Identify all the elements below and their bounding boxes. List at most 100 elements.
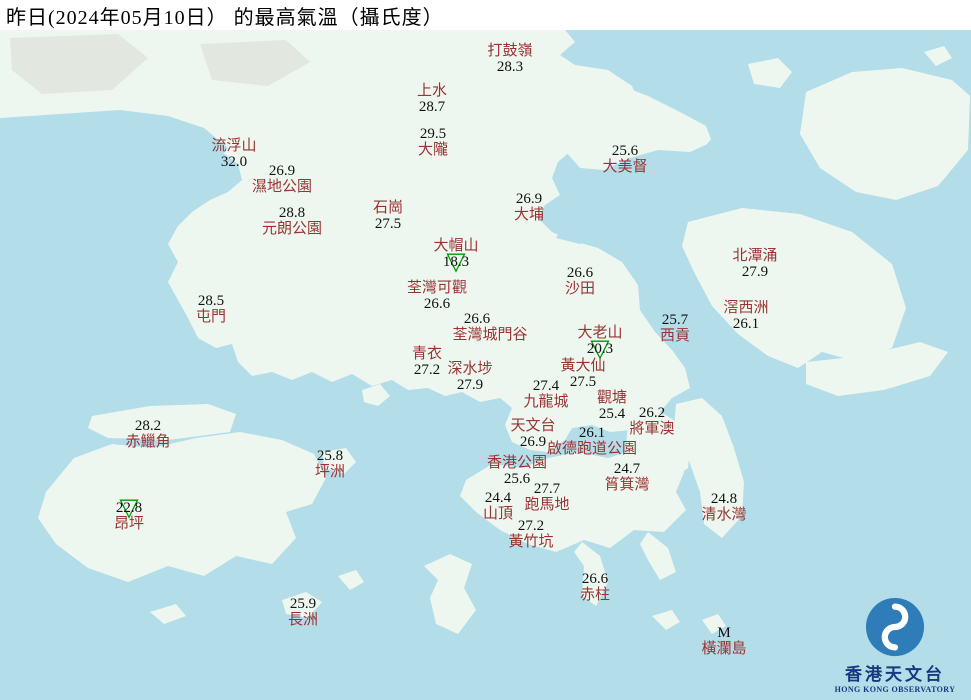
station-name: 清水灣 xyxy=(701,507,747,523)
station-name: 跑馬地 xyxy=(524,497,570,513)
station: 28.2 赤鱲角 xyxy=(125,418,170,450)
station-temp: 28.3 xyxy=(496,59,524,75)
station: 24.7 筲箕灣 xyxy=(604,461,649,493)
station-temp: 26.1 xyxy=(578,425,606,441)
station-temp: 29.5 xyxy=(419,126,447,142)
station: 27.4 九龍城 xyxy=(523,378,568,410)
station-name: 坪洲 xyxy=(314,464,346,480)
station-name: 赤鱲角 xyxy=(125,434,171,450)
station-name: 橫瀾島 xyxy=(701,641,747,657)
hko-logo-icon xyxy=(865,597,925,657)
station-name: 上水 xyxy=(416,83,448,99)
station-name: 深水埗 xyxy=(447,361,493,377)
station: 24.8 清水灣 xyxy=(701,491,746,523)
station-temp: 27.9 xyxy=(741,264,769,280)
station: 石崗 27.5 xyxy=(373,200,403,232)
station-name: 青衣 xyxy=(411,346,443,362)
station: 25.9 長洲 xyxy=(288,596,318,628)
station-temp: 26.9 xyxy=(515,191,543,207)
station: 青衣 27.2 xyxy=(412,346,442,378)
station: 25.6 大美督 xyxy=(602,143,647,175)
station-temp: 25.7 xyxy=(661,312,689,328)
station: 28.8 元朗公園 xyxy=(262,205,322,237)
station: 打鼓嶺 28.3 xyxy=(487,43,532,75)
station: 26.1 啟德跑道公園 xyxy=(547,425,637,457)
station-temp: 25.4 xyxy=(598,406,626,422)
station-temp: ▽ 20.3 xyxy=(586,333,614,363)
station-temp: 26.9 xyxy=(519,434,547,450)
station: 深水埗 27.9 xyxy=(447,361,492,393)
station-temp: 24.4 xyxy=(484,490,512,506)
station-name: 昂坪 xyxy=(113,516,145,532)
station-name: 筲箕灣 xyxy=(604,477,650,493)
station-temp: 28.2 xyxy=(134,418,162,434)
station-name: 赤柱 xyxy=(579,587,611,603)
hko-logo-en: HONG KONG OBSERVATORY xyxy=(834,685,956,694)
station-temp: 24.8 xyxy=(710,491,738,507)
station-name: 大隴 xyxy=(417,142,449,158)
station: 27.2 黃竹坑 xyxy=(508,518,553,550)
station-name: 屯門 xyxy=(195,309,227,325)
station-temp: 26.2 xyxy=(638,405,666,421)
station-temp: 27.5 xyxy=(374,216,402,232)
station-name: 大美督 xyxy=(602,159,648,175)
station: 26.9 大埔 xyxy=(514,191,544,223)
station-name: 流浮山 xyxy=(211,138,257,154)
station-name: 觀塘 xyxy=(596,390,628,406)
station-temp: 28.7 xyxy=(418,99,446,115)
station-temp: 26.9 xyxy=(268,163,296,179)
weather-map-screen: 昨日(2024年05月10日） 的最高氣溫（攝氏度） 打鼓嶺 28.3 上水 28.7… xyxy=(0,0,971,700)
station-temp: 26.6 xyxy=(581,571,609,587)
station: 荃灣可觀 26.6 xyxy=(407,280,467,312)
peak-triangle-icon: ▽ xyxy=(119,492,139,522)
station-name: 荃灣可觀 xyxy=(406,280,468,296)
station: 滘西洲 26.1 xyxy=(723,300,768,332)
station-temp: ▽ 22.8 xyxy=(115,492,143,522)
station-temp: ▽ 18.3 xyxy=(442,246,470,276)
station-temp: 26.1 xyxy=(732,316,760,332)
station-name: 長洲 xyxy=(287,612,319,628)
station: 觀塘 25.4 xyxy=(597,390,627,422)
station-temp: 27.5 xyxy=(569,374,597,390)
hko-logo-zh: 香港天文台 xyxy=(845,665,945,684)
station-name: 滘西洲 xyxy=(723,300,769,316)
station-temp: 28.8 xyxy=(278,205,306,221)
station: 北潭涌 27.9 xyxy=(732,248,777,280)
station-name: 大埔 xyxy=(513,207,545,223)
station-temp: 27.4 xyxy=(532,378,560,394)
station-temp: 32.0 xyxy=(220,154,248,170)
station-temp: 27.2 xyxy=(517,518,545,534)
station-name: 沙田 xyxy=(564,281,596,297)
station-temp: 27.2 xyxy=(413,362,441,378)
station-name: 九龍城 xyxy=(523,394,569,410)
station: 大老山 ▽ 20.3 xyxy=(577,325,622,363)
page-title: 昨日(2024年05月10日） 的最高氣溫（攝氏度） xyxy=(6,6,444,29)
station-name: 香港公園 xyxy=(486,455,548,471)
title-bar: 昨日(2024年05月10日） 的最高氣溫（攝氏度） xyxy=(0,0,971,30)
station: M 橫瀾島 xyxy=(701,625,746,657)
station: 流浮山 32.0 xyxy=(211,138,256,170)
station-temp: 24.7 xyxy=(613,461,641,477)
station-name: 黃大仙 xyxy=(560,358,606,374)
station-name: 啟德跑道公園 xyxy=(546,441,638,457)
station-temp: 25.8 xyxy=(316,448,344,464)
station-name: 打鼓嶺 xyxy=(487,43,533,59)
hko-logo: 香港天文台 HONG KONG OBSERVATORY xyxy=(829,596,961,694)
station-temp: 27.9 xyxy=(456,377,484,393)
station-temp: 26.6 xyxy=(463,311,491,327)
station-temp: 26.6 xyxy=(566,265,594,281)
station: 上水 28.7 xyxy=(417,83,447,115)
station-temp: 27.7 xyxy=(533,481,561,497)
station-temp: 25.9 xyxy=(289,596,317,612)
station: 26.6 荃灣城門谷 xyxy=(452,311,527,343)
station-temp: 26.6 xyxy=(423,296,451,312)
station: 25.8 坪洲 xyxy=(315,448,345,480)
station: 26.6 沙田 xyxy=(565,265,595,297)
station: 28.5 屯門 xyxy=(196,293,226,325)
station-temp: 25.6 xyxy=(611,143,639,159)
station-name: 元朗公園 xyxy=(261,221,323,237)
station-name: 石崗 xyxy=(372,200,404,216)
station: 26.9 濕地公園 xyxy=(252,163,312,195)
station-temp: M xyxy=(717,625,731,641)
station: 27.7 跑馬地 xyxy=(524,481,569,513)
